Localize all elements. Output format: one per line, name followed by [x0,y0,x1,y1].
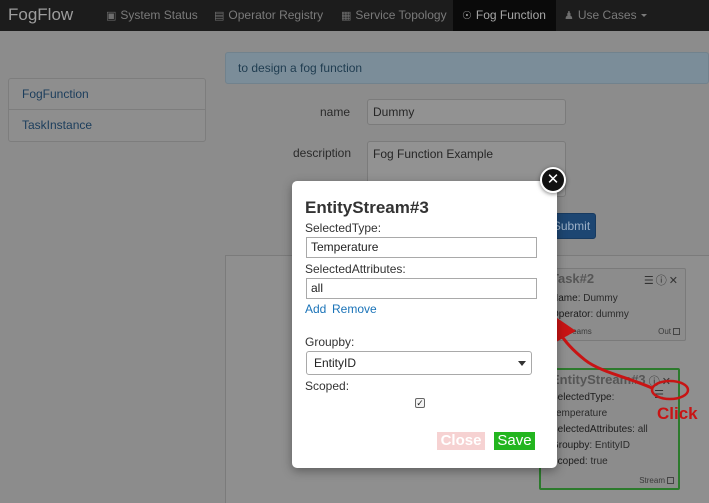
nav-fog-function[interactable]: ☉ Fog Function [453,0,556,31]
top-navbar: FogFlow ▣ System Status ▤ Operator Registr… [0,0,709,31]
stream-node-groupby: Groupby: EntityID [551,440,630,451]
name-input[interactable]: Dummy [367,99,566,125]
edit-icon[interactable]: ☰ [654,388,666,401]
name-label: name [320,105,351,119]
selected-attributes-input[interactable]: all [306,278,537,299]
node-toolbar: ☰ⓘ✕ [644,272,680,288]
task-node[interactable]: Task#2 ☰ⓘ✕ Name: Dummy Operator: dummy S… [540,268,686,341]
remove-attribute-link[interactable]: Remove [332,302,377,316]
selected-attributes-label: SelectedAttributes: [305,262,406,276]
modal-title: EntityStream#3 [305,198,429,217]
sidebar: FogFunction TaskInstance [8,78,206,142]
stream-node-selected-attributes: SelectedAttributes: all [551,424,648,435]
task-node-name: Name: Dummy [551,293,618,304]
sidebar-item-fogfunction[interactable]: FogFunction [9,79,205,110]
task-node-operator: Operator: dummy [551,309,629,320]
node-toolbar: ⓘ✕ [649,373,673,389]
nav-service-topology[interactable]: ▦ Service Topology [333,0,455,31]
save-button[interactable]: Save [494,432,535,450]
entity-stream-node[interactable]: EntityStream#3 ⓘ✕ ☰ SelectedType: Temper… [539,368,680,490]
scoped-checkbox[interactable]: ✓ [415,398,425,408]
settings-icon[interactable]: ☰ [644,275,656,287]
stream-node-out-port[interactable]: Stream [639,476,674,485]
stream-node-title: EntityStream#3 [551,372,646,387]
stream-node-selected-type: SelectedType: [551,392,615,403]
add-attribute-link[interactable]: Add [305,302,326,316]
sidebar-item-taskinstance[interactable]: TaskInstance [9,110,205,141]
click-annotation-label: Click [657,404,698,423]
brand-logo[interactable]: FogFlow [8,5,73,25]
close-icon[interactable]: ✕ [669,275,680,287]
info-icon[interactable]: ⓘ [656,275,669,287]
close-button[interactable]: Close [437,432,485,450]
clock-icon: ☉ [462,10,472,22]
info-banner: to design a fog function [225,52,709,84]
nav-system-status[interactable]: ▣ System Status [98,0,206,31]
task-node-title: Task#2 [551,271,595,286]
task-node-out-port[interactable]: Out [658,327,680,336]
description-label: description [293,146,352,160]
groupby-label: Groupby: [305,335,355,349]
chevron-down-icon [518,361,526,366]
nav-use-cases[interactable]: ♟ Use Cases [558,0,653,31]
close-icon[interactable]: ✕ [662,376,673,388]
close-modal-icon[interactable]: ✕ [540,167,566,193]
scoped-label: Scoped: [305,379,350,393]
user-icon: ♟ [564,10,574,22]
nav-operator-registry[interactable]: ▤ Operator Registry [206,0,331,31]
stream-node-scoped: Scoped: true [551,456,608,467]
entity-stream-modal: EntityStream#3 SelectedType: Temperature… [292,181,557,468]
selected-type-input[interactable]: Temperature [306,237,537,258]
groupby-select[interactable]: EntityID [306,351,532,375]
task-node-in-port[interactable]: Streams [553,327,592,336]
grid-icon: ▦ [341,10,352,22]
list-icon: ▤ [214,10,225,22]
chevron-down-icon [640,14,647,18]
selected-type-label: SelectedType: [305,221,382,235]
info-icon[interactable]: ⓘ [649,376,662,388]
stream-node-selected-type-value: Temperature [551,408,608,419]
image-icon: ▣ [106,10,117,22]
